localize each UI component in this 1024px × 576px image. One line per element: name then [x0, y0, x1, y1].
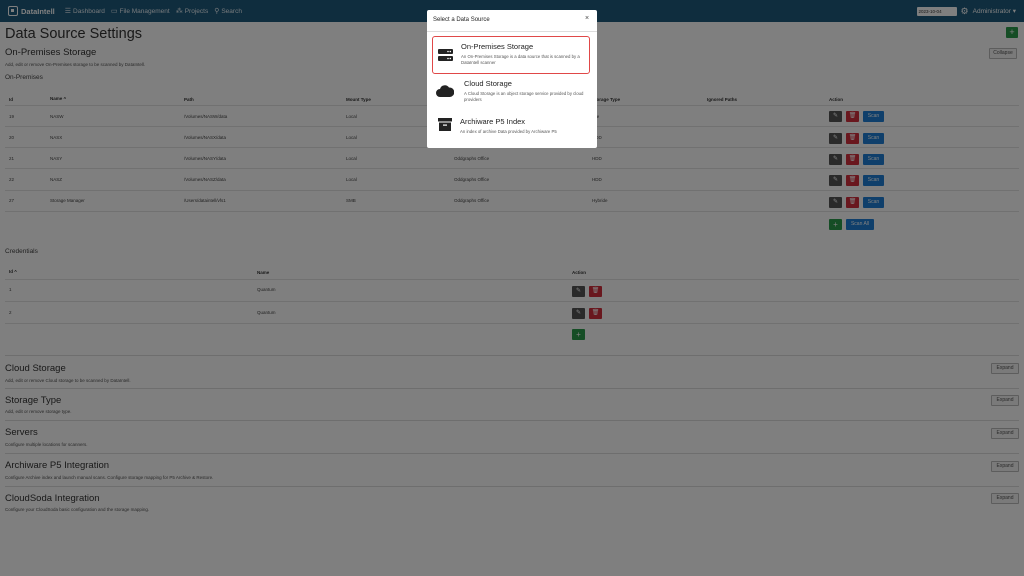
option-title: Cloud Storage: [464, 79, 512, 88]
option-description: An index of archive Data provided by Arc…: [460, 129, 557, 134]
select-data-source-modal: Select a Data Source × On-Premises Stora…: [427, 10, 597, 148]
option-description: An On-Premises Storage is a data source …: [461, 54, 580, 65]
option-on-premises-storage[interactable]: On-Premises Storage An On-Premises Stora…: [432, 36, 590, 74]
option-archiware-p5-index[interactable]: Archiware P5 Index An index of archive D…: [432, 114, 590, 144]
modal-title: Select a Data Source: [433, 17, 490, 23]
option-title: On-Premises Storage: [461, 42, 534, 51]
option-title: Archiware P5 Index: [460, 117, 526, 126]
server-icon: [438, 49, 453, 61]
modal-header-divider: [427, 31, 597, 32]
option-description: A Cloud Storage is an object storage ser…: [464, 91, 584, 102]
cloud-icon: [436, 85, 454, 97]
archive-icon: [438, 118, 452, 131]
close-icon[interactable]: ×: [585, 15, 589, 22]
option-cloud-storage[interactable]: Cloud Storage A Cloud Storage is an obje…: [432, 76, 590, 114]
